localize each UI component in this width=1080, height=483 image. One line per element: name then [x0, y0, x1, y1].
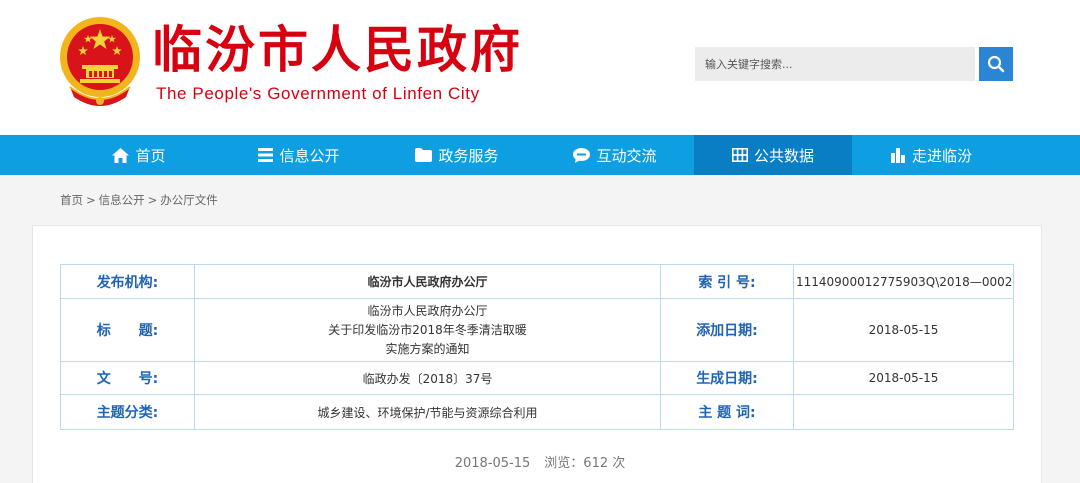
grid-icon — [731, 148, 748, 162]
table-row: 标 题: 临汾市人民政府办公厅 关于印发临汾市2018年冬季清洁取暖 实施方案的… — [60, 298, 1014, 362]
document-metadata-table: 发布机构: 临汾市人民政府办公厅 索 引 号: 1114090001277590… — [60, 264, 1014, 430]
breadcrumb-home[interactable]: 首页 — [60, 193, 83, 207]
document-title-line: 关于印发临汾市2018年冬季清洁取暖 — [328, 322, 527, 337]
publish-date: 2018-05-15 — [454, 456, 531, 471]
folder-icon — [415, 148, 433, 162]
table-row: 文 号: 临政办发〔2018〕37号 生成日期: 2018-05-15 — [60, 361, 1014, 395]
search-button[interactable] — [979, 47, 1013, 81]
document-number-value: 临政办发〔2018〕37号 — [194, 361, 661, 395]
site-subtitle: The People's Government of Linfen City — [156, 84, 480, 103]
keywords-value — [793, 394, 1014, 430]
added-date-value: 2018-05-15 — [793, 298, 1014, 362]
publish-info: 2018-05-15 浏览：612 次 — [0, 452, 1080, 471]
nav-item-label: 公共数据 — [753, 146, 814, 165]
breadcrumb-separator: > — [86, 193, 96, 207]
publisher-label: 发布机构: — [60, 264, 195, 299]
index-number-label: 索 引 号: — [660, 264, 794, 299]
topic-category-value: 城乡建设、环境保护/节能与资源综合利用 — [194, 394, 661, 430]
nav-item-label: 首页 — [135, 146, 166, 165]
nav-item-info-disclosure[interactable]: 信息公开 — [220, 135, 378, 175]
chat-icon — [573, 147, 591, 163]
nav-item-public-data[interactable]: 公共数据 — [694, 135, 852, 175]
breadcrumb-separator: > — [147, 193, 158, 207]
nav-item-home[interactable]: 首页 — [60, 135, 218, 175]
topic-category-label: 主题分类: — [60, 394, 195, 430]
search-input[interactable] — [695, 47, 975, 81]
table-row: 发布机构: 临汾市人民政府办公厅 索 引 号: 1114090001277590… — [60, 264, 1014, 299]
buildings-icon — [890, 147, 905, 163]
main-nav: 首页 信息公开 政务服务 互动交流 公共数据 走进临汾 — [0, 135, 1080, 175]
site-header: 临汾市人民政府 The People's Government of Linfe… — [0, 0, 1080, 135]
keywords-label: 主 题 词: — [660, 394, 794, 430]
home-icon — [112, 147, 130, 163]
title-label: 标 题: — [60, 298, 195, 362]
nav-item-interaction[interactable]: 互动交流 — [536, 135, 694, 175]
generated-date-value: 2018-05-15 — [793, 361, 1014, 395]
view-count: 浏览：612 次 — [544, 456, 626, 471]
document-title-value: 临汾市人民政府办公厅 关于印发临汾市2018年冬季清洁取暖 实施方案的通知 — [194, 298, 661, 362]
nav-item-label: 走进临汾 — [911, 146, 972, 165]
generated-date-label: 生成日期: — [660, 361, 794, 395]
breadcrumb-info-disclosure[interactable]: 信息公开 — [99, 193, 145, 207]
list-icon — [258, 148, 274, 162]
nav-item-label: 政务服务 — [438, 146, 499, 165]
nav-item-label: 信息公开 — [279, 146, 340, 165]
breadcrumb-current[interactable]: 办公厅文件 — [160, 193, 218, 207]
document-number-label: 文 号: — [60, 361, 195, 395]
document-title-line: 临汾市人民政府办公厅 — [367, 303, 488, 318]
nav-item-about-linfen[interactable]: 走进临汾 — [852, 135, 1010, 175]
search-icon — [987, 55, 1005, 73]
national-emblem-icon — [60, 17, 140, 106]
index-number-value: 11140900012775903Q\2018—00028 — [793, 264, 1014, 299]
added-date-label: 添加日期: — [660, 298, 794, 362]
document-title-line: 实施方案的通知 — [385, 341, 470, 356]
table-row: 主题分类: 城乡建设、环境保护/节能与资源综合利用 主 题 词: — [60, 394, 1014, 430]
breadcrumb: 首页 > 信息公开 > 办公厅文件 — [60, 192, 218, 208]
nav-item-label: 互动交流 — [596, 146, 657, 165]
site-title: 临汾市人民政府 — [152, 20, 523, 79]
nav-item-gov-services[interactable]: 政务服务 — [378, 135, 536, 175]
publisher-value: 临汾市人民政府办公厅 — [194, 264, 661, 299]
